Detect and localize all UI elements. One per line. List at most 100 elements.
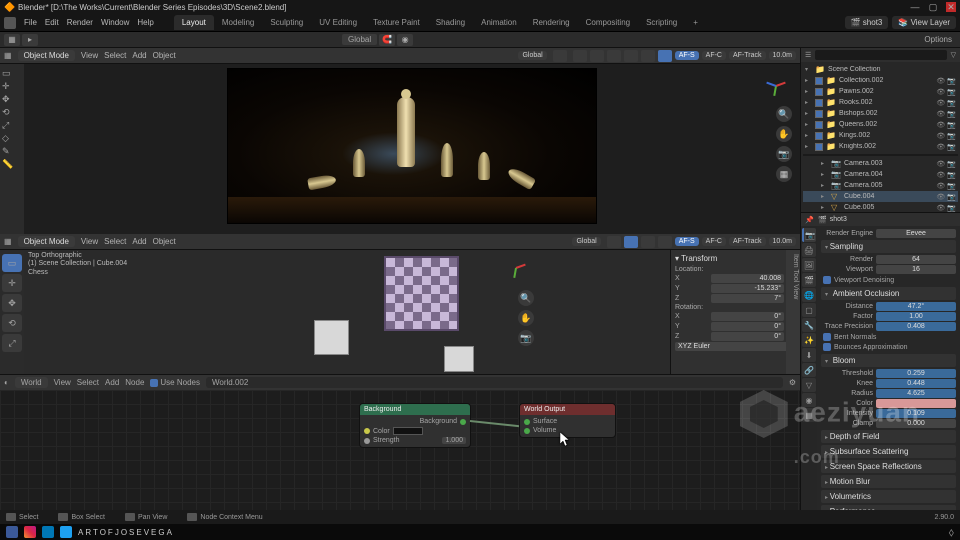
collection-row[interactable]: ▸📁Kings.002👁📷 <box>803 130 958 141</box>
render-icon[interactable]: 📷 <box>947 77 956 85</box>
hdr-select[interactable]: Select <box>104 51 126 60</box>
outliner-type-icon[interactable]: ☰ <box>805 51 811 59</box>
modifier-props-tab[interactable]: 🔧 <box>802 318 816 332</box>
eye-icon[interactable]: 👁 <box>936 204 945 212</box>
pan-icon-2[interactable]: ✋ <box>518 310 534 326</box>
physics-props-tab[interactable]: ⬇ <box>802 348 816 362</box>
afs-chip-2[interactable]: AF-S <box>675 237 699 246</box>
editor-type-button[interactable]: ▦ <box>4 51 12 60</box>
pin-icon[interactable]: 📌 <box>805 216 815 224</box>
npanel-tabs[interactable]: Item Tool View <box>786 250 800 374</box>
cursor-tool-icon[interactable]: ▸ <box>22 34 38 46</box>
afc-chip-2[interactable]: AF-C <box>702 237 726 246</box>
afs-chip[interactable]: AF-S <box>675 51 699 60</box>
filter-icon[interactable]: ▽ <box>951 51 956 59</box>
ws-render[interactable]: Rendering <box>525 15 578 30</box>
scale-tool[interactable]: ⤢ <box>2 120 22 131</box>
hdr2-add[interactable]: Add <box>132 237 146 246</box>
color-socket[interactable] <box>364 428 370 434</box>
render-icon[interactable]: 📷 <box>947 88 956 96</box>
sampling-section[interactable]: Sampling <box>821 240 956 253</box>
ws-layout[interactable]: Layout <box>174 15 214 30</box>
render-icon[interactable]: 📷 <box>947 193 956 201</box>
select-tool-2[interactable]: ▭ <box>2 254 22 272</box>
wireframe-shading-2[interactable] <box>607 236 621 248</box>
move-tool-2[interactable]: ✥ <box>2 294 22 312</box>
bloom-threshold[interactable]: 0.259 <box>876 369 956 378</box>
matprev-shading-2[interactable] <box>641 236 655 248</box>
render-icon[interactable]: 📷 <box>947 204 956 212</box>
snap-toggle-icon[interactable] <box>553 50 567 62</box>
loc-y[interactable]: -15.233° <box>711 284 784 293</box>
zoom-icon[interactable]: 🔍 <box>776 106 792 122</box>
world-props-tab[interactable]: 🌐 <box>802 288 816 302</box>
bounces-approx-check[interactable]: Bounces Approximation <box>821 342 956 352</box>
options-dropdown[interactable]: Options <box>920 35 956 44</box>
collection-row[interactable]: ▸📁Rooks.002👁📷 <box>803 97 958 108</box>
solid-shading-2[interactable] <box>624 236 638 248</box>
maximize-button[interactable]: ▢ <box>928 2 938 12</box>
collection-row[interactable]: ▸📁Bishops.002👁📷 <box>803 108 958 119</box>
sh-select[interactable]: Select <box>77 378 99 387</box>
hdr-object[interactable]: Object <box>153 51 176 60</box>
collection-row[interactable]: ▸📁Collection.002👁📷 <box>803 75 958 86</box>
eye-icon[interactable]: 👁 <box>936 182 945 190</box>
menu-help[interactable]: Help <box>137 18 153 27</box>
ao-trace[interactable]: 0.408 <box>876 322 956 331</box>
bloom-color[interactable] <box>876 399 956 408</box>
rendered-shading-2[interactable] <box>658 236 672 248</box>
bloom-section[interactable]: Bloom <box>821 354 956 367</box>
rot-z[interactable]: 0° <box>711 332 784 341</box>
menu-render[interactable]: Render <box>67 18 93 27</box>
overlay-toggle[interactable] <box>573 50 587 62</box>
rotate-tool[interactable]: ⟲ <box>2 107 22 118</box>
select-box-tool[interactable]: ▭ <box>2 68 22 79</box>
node-background[interactable]: Background Background Color Strength1.00… <box>360 404 470 447</box>
sh-add[interactable]: Add <box>105 378 119 387</box>
orientation-chip-2[interactable]: Global <box>572 237 600 246</box>
twitter-icon[interactable] <box>60 526 72 538</box>
wireframe-shading[interactable] <box>607 50 621 62</box>
camera-row[interactable]: ▸📷Camera.004👁📷 <box>803 169 958 180</box>
camera-icon-2[interactable]: 📷 <box>518 330 534 346</box>
collection-row[interactable]: ▸📁Knights.002👁📷 <box>803 141 958 152</box>
outliner[interactable]: ▾📁Scene Collection ▸📁Collection.002👁📷 ▸📁… <box>801 62 960 212</box>
output-socket[interactable] <box>460 419 466 425</box>
viewport-samples[interactable]: 16 <box>876 265 956 274</box>
scene-collection-row[interactable]: ▾📁Scene Collection <box>803 64 958 75</box>
rotate-tool-2[interactable]: ⟲ <box>2 314 22 332</box>
output-props-tab[interactable]: 🖨 <box>802 243 816 257</box>
persp-icon[interactable]: ▦ <box>776 166 792 182</box>
data-props-tab[interactable]: ▽ <box>802 378 816 392</box>
scene-props-tab[interactable]: 🎬 <box>802 273 816 287</box>
eye-icon[interactable]: 👁 <box>936 99 945 107</box>
hdr2-view[interactable]: View <box>81 237 98 246</box>
orientation-dropdown[interactable]: Global <box>342 34 377 45</box>
facebook-icon[interactable] <box>6 526 18 538</box>
bloom-clamp[interactable]: 0.000 <box>876 419 956 428</box>
object-props-tab[interactable]: ▢ <box>802 303 816 317</box>
editor-type-shader-icon[interactable]: ◐ <box>4 378 9 387</box>
node-header[interactable]: World Output <box>520 404 615 415</box>
color-swatch[interactable] <box>393 427 423 435</box>
rot-x[interactable]: 0° <box>711 312 784 321</box>
menu-window[interactable]: Window <box>101 18 129 27</box>
menu-edit[interactable]: Edit <box>45 18 59 27</box>
eye-icon[interactable]: 👁 <box>936 160 945 168</box>
node-header[interactable]: Background <box>360 404 470 415</box>
constraint-props-tab[interactable]: 🔗 <box>802 363 816 377</box>
af-dist[interactable]: 10.0m <box>769 51 796 60</box>
ws-shading[interactable]: Shading <box>428 15 473 30</box>
vol-section[interactable]: Volumetrics <box>821 490 956 503</box>
viewport-3d-bottom[interactable]: ▭ ✛ ✥ ⟲ ⤢ Top Orthographic (1) Scene Col… <box>0 250 800 374</box>
render-icon[interactable]: 📷 <box>947 160 956 168</box>
instagram-icon[interactable] <box>24 526 36 538</box>
move-tool[interactable]: ✥ <box>2 94 22 105</box>
ao-distance[interactable]: 47.2° <box>876 302 956 311</box>
ws-comp[interactable]: Compositing <box>578 15 638 30</box>
cursor-tool[interactable]: ✛ <box>2 81 22 92</box>
measure-tool[interactable]: 📏 <box>2 159 22 170</box>
render-icon[interactable]: 📷 <box>947 110 956 118</box>
loc-x[interactable]: 40.008 <box>711 274 784 283</box>
bent-normals-check[interactable]: Bent Normals <box>821 332 956 342</box>
